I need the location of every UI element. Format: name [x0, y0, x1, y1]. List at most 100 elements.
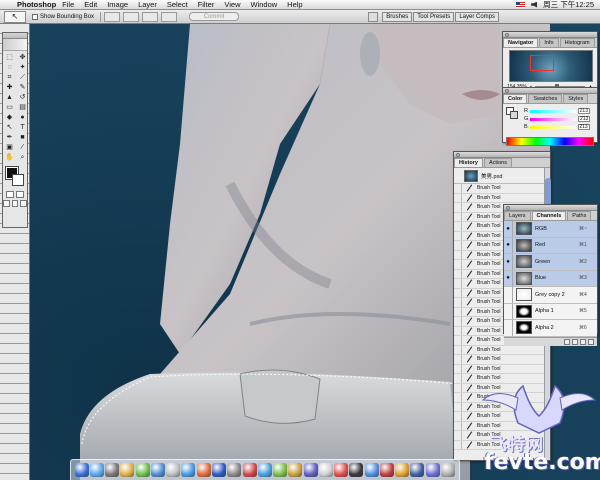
- history-brush-source[interactable]: [454, 393, 462, 402]
- eraser-tool-icon[interactable]: ▭: [4, 103, 15, 112]
- move-tool-icon[interactable]: ✥: [17, 53, 28, 62]
- dock-app-icon[interactable]: [181, 463, 196, 477]
- close-icon[interactable]: [505, 33, 509, 37]
- dock-app-icon[interactable]: [441, 463, 455, 477]
- history-brush-source[interactable]: [454, 298, 462, 307]
- dock-app-icon[interactable]: [242, 463, 257, 477]
- history-brush-source[interactable]: [454, 431, 462, 440]
- navigator-title-bar[interactable]: [503, 32, 597, 38]
- dock-app-icon[interactable]: [273, 463, 288, 477]
- crop-tool-icon[interactable]: ⌗: [4, 73, 15, 82]
- show-bounding-box-checkbox[interactable]: [32, 13, 38, 20]
- history-step[interactable]: Brush Tool: [454, 184, 550, 194]
- new-channel-button[interactable]: [580, 338, 586, 345]
- history-brush-source[interactable]: [454, 307, 462, 316]
- dock-app-icon[interactable]: [395, 463, 410, 477]
- screen-mode-standard[interactable]: [3, 200, 10, 207]
- tab-channels[interactable]: Channels: [531, 211, 567, 220]
- tab-navigator[interactable]: Navigator: [503, 38, 539, 47]
- history-brush-source[interactable]: [454, 412, 462, 421]
- menu-help[interactable]: Help: [287, 0, 302, 9]
- history-brush-source[interactable]: [454, 184, 462, 193]
- tab-swatches[interactable]: Swatches: [528, 94, 563, 103]
- tab-histogram[interactable]: Histogram: [559, 38, 595, 47]
- visibility-toggle[interactable]: [504, 320, 513, 336]
- dock-app-icon[interactable]: [288, 463, 303, 477]
- history-brush-source[interactable]: [454, 336, 462, 345]
- quick-mask-button[interactable]: [16, 191, 24, 198]
- history-step[interactable]: Brush Tool: [454, 345, 550, 355]
- dock-app-icon[interactable]: [425, 463, 440, 477]
- eye-icon[interactable]: ●: [504, 237, 513, 253]
- commit-button[interactable]: Commit: [189, 12, 240, 21]
- marquee-tool-icon[interactable]: ⬚: [4, 53, 15, 62]
- align-bottom-button[interactable]: [142, 11, 159, 22]
- channel-row[interactable]: Grey copy 2 ⌘4: [504, 287, 597, 304]
- eye-icon[interactable]: ●: [504, 254, 513, 270]
- standard-mode-button[interactable]: [6, 191, 14, 198]
- history-brush-source[interactable]: [454, 374, 462, 383]
- dock-app-icon[interactable]: [212, 463, 227, 477]
- dock-app-icon[interactable]: [150, 463, 165, 477]
- tool-preset-picker[interactable]: ↖: [4, 10, 26, 23]
- well-tab-layer-comps[interactable]: Layer Comps: [455, 11, 499, 22]
- tab-actions[interactable]: Actions: [483, 158, 512, 167]
- color-ramp[interactable]: [506, 137, 594, 146]
- color-title-bar[interactable]: [503, 88, 597, 94]
- history-brush-source[interactable]: [454, 440, 462, 449]
- align-top-button[interactable]: [104, 11, 121, 22]
- dock-app-icon[interactable]: [410, 463, 425, 477]
- history-brush-source[interactable]: [454, 269, 462, 278]
- menu-image[interactable]: Image: [107, 0, 128, 9]
- input-flag-icon[interactable]: [516, 1, 526, 8]
- slice-tool-icon[interactable]: ⟋: [17, 73, 28, 82]
- dock-app-icon[interactable]: [303, 463, 318, 477]
- screen-mode-full[interactable]: [20, 200, 28, 207]
- stamp-tool-icon[interactable]: ▲: [4, 93, 15, 102]
- channel-slider[interactable]: [529, 125, 576, 129]
- show-bounding-box-option[interactable]: Show Bounding Box: [32, 13, 94, 20]
- load-selection-button[interactable]: [564, 338, 570, 345]
- brush-tool-icon[interactable]: ✎: [17, 83, 28, 92]
- menu-layer[interactable]: Layer: [138, 0, 157, 9]
- history-brush-source[interactable]: [454, 402, 462, 411]
- background-color[interactable]: [12, 174, 24, 186]
- dock-app-icon[interactable]: [257, 463, 272, 477]
- channel-row[interactable]: ● Green ⌘2: [504, 254, 597, 271]
- history-brush-source[interactable]: [454, 212, 462, 221]
- hand-tool-icon[interactable]: ✋: [4, 153, 15, 162]
- dock-app-icon[interactable]: [166, 463, 181, 477]
- tab-layers[interactable]: Layers: [504, 211, 531, 220]
- channel-value-field[interactable]: 213: [577, 108, 590, 114]
- well-tab-tool-presets[interactable]: Tool Presets: [413, 11, 455, 22]
- dock-app-icon[interactable]: [364, 463, 379, 477]
- menu-window[interactable]: Window: [250, 0, 277, 9]
- history-brush-source[interactable]: [454, 355, 462, 364]
- channels-title-bar[interactable]: [504, 205, 597, 211]
- menu-select[interactable]: Select: [167, 0, 188, 9]
- well-tab-brushes[interactable]: Brushes: [382, 11, 413, 22]
- dock-app-icon[interactable]: [379, 463, 394, 477]
- history-brush-source[interactable]: [454, 279, 462, 288]
- tab-info[interactable]: Info: [539, 38, 559, 47]
- history-step[interactable]: Brush Tool: [454, 193, 550, 203]
- menu-file[interactable]: File: [62, 0, 74, 9]
- tab-color[interactable]: Color: [503, 94, 528, 103]
- eyedropper-icon[interactable]: ⁄: [17, 143, 28, 152]
- visibility-toggle[interactable]: [504, 303, 513, 319]
- history-brush-source[interactable]: [454, 421, 462, 430]
- navigator-thumbnail[interactable]: [509, 50, 593, 82]
- history-brush-source[interactable]: [454, 317, 462, 326]
- save-selection-button[interactable]: [572, 338, 578, 345]
- dock-app-icon[interactable]: [120, 463, 135, 477]
- visibility-toggle[interactable]: [504, 287, 513, 303]
- gradient-tool-icon[interactable]: ▤: [17, 103, 28, 112]
- history-brush-source[interactable]: [454, 364, 462, 373]
- dock-app-icon[interactable]: [196, 463, 211, 477]
- history-brush-source[interactable]: [454, 326, 462, 335]
- menu-view[interactable]: View: [224, 0, 240, 9]
- history-brush-icon[interactable]: ↺: [17, 93, 28, 102]
- zoom-tool-icon[interactable]: ⌕: [17, 153, 28, 162]
- channel-row[interactable]: Alpha 2 ⌘6: [504, 320, 597, 337]
- notes-tool-icon[interactable]: ▣: [4, 143, 15, 152]
